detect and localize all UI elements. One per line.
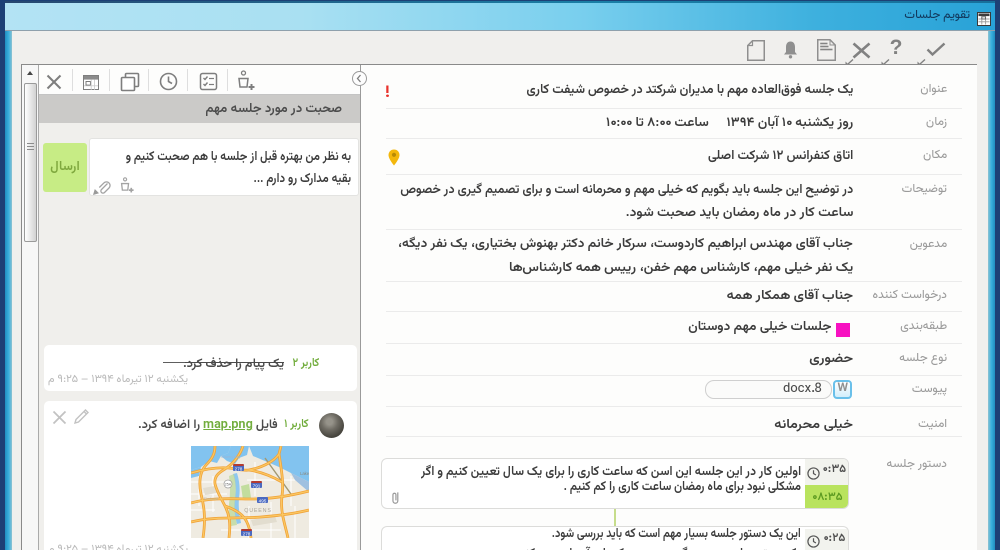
svg-text:25A: 25A — [225, 483, 232, 487]
svg-text:QUEENS: QUEENS — [244, 508, 272, 514]
svg-text:278: 278 — [243, 531, 251, 536]
svg-text:Elmhurst: Elmhurst — [204, 497, 218, 501]
svg-text:Bowery Bay: Bowery Bay — [221, 455, 240, 459]
svg-text:278: 278 — [235, 466, 243, 471]
svg-text:Lake D: Lake D — [300, 471, 309, 476]
svg-text:495: 495 — [259, 498, 267, 503]
svg-text:791: 791 — [253, 483, 261, 488]
